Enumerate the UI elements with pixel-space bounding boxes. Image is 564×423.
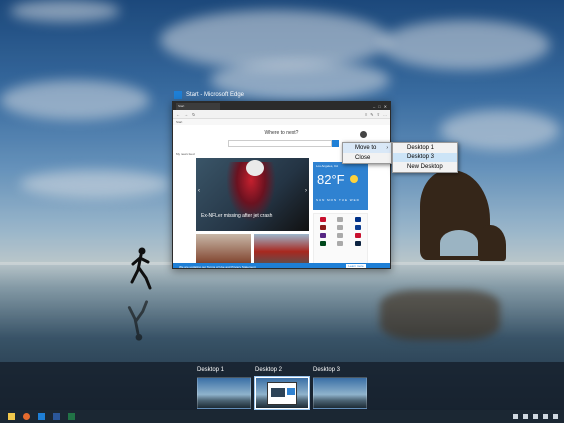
hub-icon[interactable]: ≡ [365, 112, 367, 117]
edge-icon[interactable] [23, 413, 30, 420]
excel-icon[interactable] [68, 413, 75, 420]
learn-more-button[interactable]: Learn more [346, 264, 366, 268]
refresh-icon[interactable]: ↻ [192, 112, 195, 117]
notifications-icon[interactable] [553, 414, 558, 419]
move-to-submenu: Desktop 1 Desktop 3 New Desktop [392, 142, 458, 173]
news-card[interactable] [254, 234, 309, 266]
word-icon[interactable] [53, 413, 60, 420]
close-icon[interactable]: ✕ [384, 104, 387, 109]
sports-scores-card[interactable] [313, 213, 368, 265]
info-bar: We are updating our Terms of Use and Pri… [173, 263, 390, 268]
navigation-bar: ← → ↻ ≡ ✎ ⇪ … [173, 110, 390, 119]
system-tray [513, 414, 564, 419]
chevron-left-icon[interactable]: ‹ [198, 188, 200, 194]
tab-bar: Start – □ ✕ [173, 102, 390, 110]
mini-window [267, 382, 297, 405]
submenu-item-desktop-1[interactable]: Desktop 1 [393, 143, 457, 153]
desktop-2-thumbnail[interactable]: Desktop 2 [254, 367, 310, 410]
search-button[interactable] [332, 140, 339, 147]
submenu-item-desktop-3[interactable]: Desktop 3 [393, 152, 457, 162]
weather-card[interactable]: Los Angeles, CA 82°F SUN MON TUE WED [313, 162, 368, 210]
menu-item-move-to[interactable]: Move to › [343, 143, 391, 153]
taskbar [0, 410, 564, 423]
news-card[interactable] [196, 234, 251, 266]
minimize-icon[interactable]: – [373, 104, 375, 109]
caption-buttons: – □ ✕ [373, 104, 390, 109]
battery-icon[interactable] [533, 414, 538, 419]
browser-tab[interactable]: Start [176, 102, 220, 110]
virtual-desktops-bar: Desktop 1 Desktop 2 Desktop 3 [0, 362, 564, 410]
hero-caption: Ex-NFLer missing after jet crash [201, 213, 273, 219]
back-arrow-icon[interactable]: ← [176, 112, 180, 117]
sun-icon [350, 175, 358, 183]
menu-item-close[interactable]: Close [343, 153, 391, 163]
maximize-icon[interactable]: □ [378, 104, 380, 109]
weather-temperature: 82°F [317, 172, 345, 187]
window-title-bar[interactable]: Start - Microsoft Edge [174, 89, 244, 101]
feed-label: My news feed [176, 152, 195, 156]
network-icon[interactable] [513, 414, 518, 419]
store-icon[interactable] [38, 413, 45, 420]
context-menu: Move to › Close [342, 142, 392, 164]
notes-icon[interactable]: ✎ [370, 112, 373, 117]
chevron-right-icon[interactable]: › [305, 188, 307, 194]
edge-window-thumbnail[interactable]: Start – □ ✕ ← → ↻ ≡ ✎ ⇪ … Start Where to… [172, 101, 391, 269]
news-hero-card[interactable]: ‹ › Ex-NFLer missing after jet crash [196, 158, 309, 231]
desktop-3-thumbnail[interactable]: Desktop 3 [313, 367, 367, 409]
chevron-right-icon: › [386, 145, 388, 151]
edge-icon [174, 91, 182, 99]
desktop-1-thumbnail[interactable]: Desktop 1 [197, 367, 251, 409]
more-icon[interactable]: … [383, 112, 387, 117]
forward-arrow-icon[interactable]: → [184, 112, 188, 117]
share-icon[interactable]: ⇪ [377, 112, 380, 117]
avatar[interactable] [360, 131, 367, 138]
volume-icon[interactable] [523, 414, 528, 419]
submenu-item-new-desktop[interactable]: New Desktop [393, 162, 457, 172]
window-title: Start - Microsoft Edge [186, 92, 245, 98]
page-heading: Where to next? [264, 130, 299, 136]
search-input[interactable] [228, 140, 332, 147]
file-explorer-icon[interactable] [8, 413, 15, 420]
keyboard-icon[interactable] [543, 414, 548, 419]
